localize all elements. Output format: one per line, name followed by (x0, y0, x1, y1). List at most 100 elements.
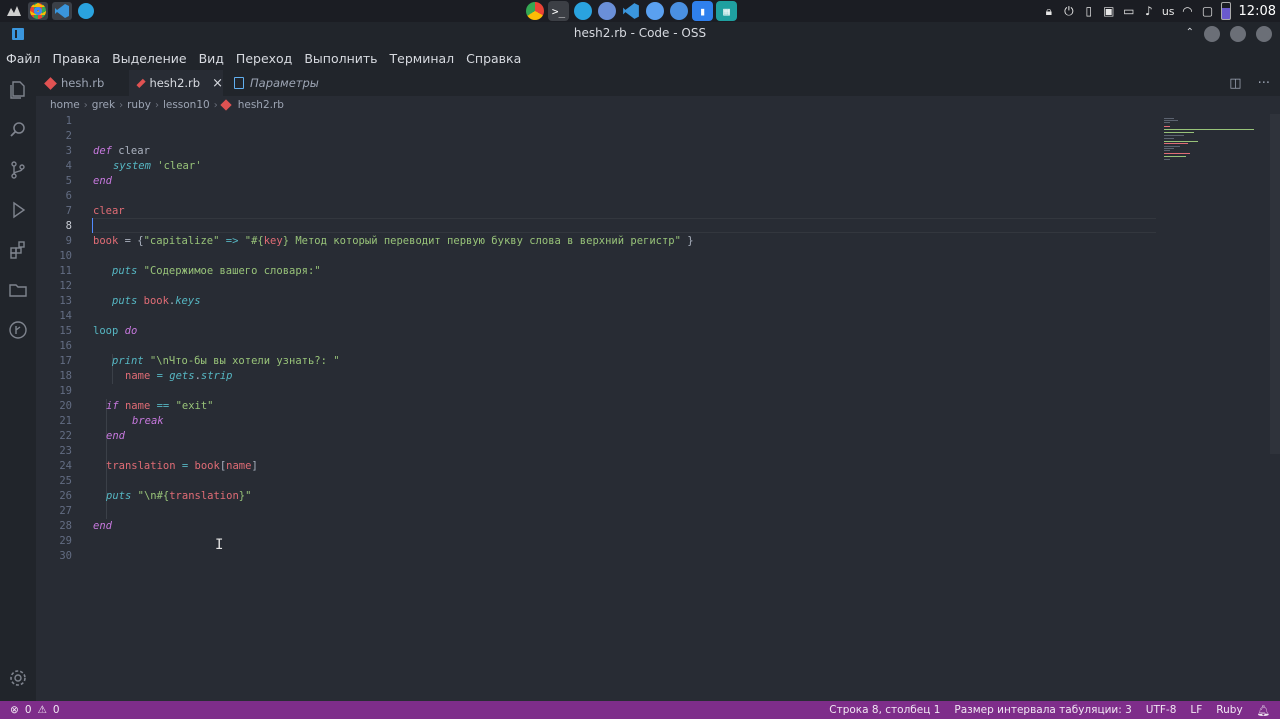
tab-settings[interactable]: Параметры (224, 70, 328, 96)
search-icon[interactable] (8, 120, 28, 140)
wifi-icon[interactable]: ◠ (1181, 4, 1195, 18)
menu-view[interactable]: Вид (199, 51, 224, 66)
breadcrumb-file[interactable]: hesh2.rb (238, 99, 284, 111)
breadcrumb-item[interactable]: grek (92, 99, 115, 111)
close-tab-icon[interactable]: × (212, 76, 223, 91)
code-line: 2 (65, 130, 72, 142)
telegram-launcher-icon[interactable] (572, 1, 593, 21)
tab-label: hesh.rb (61, 76, 105, 90)
code-line: 14 (59, 310, 72, 322)
file-icon (234, 77, 244, 89)
messenger-launcher-icon[interactable] (644, 1, 665, 21)
board-launcher-icon[interactable]: ▦ (716, 1, 737, 21)
end-of-line[interactable]: LF (1190, 704, 1202, 716)
explorer-icon[interactable] (8, 80, 28, 100)
indentation-setting[interactable]: Размер интервала табуляции: 3 (954, 704, 1131, 716)
activity-bar (0, 70, 36, 701)
notifications-icon[interactable]: ▢ (1201, 4, 1215, 18)
extensions-icon[interactable] (8, 240, 28, 260)
close-button[interactable] (1256, 26, 1272, 42)
taskbar-telegram-icon[interactable] (76, 2, 96, 20)
clipboard-icon[interactable]: ▯ (1082, 4, 1096, 18)
ruby-icon (136, 78, 146, 88)
error-count: 0 (24, 704, 32, 716)
window-titlebar: hesh2.rb - Code - OSS ⌃ (0, 22, 1280, 46)
run-debug-icon[interactable] (8, 200, 28, 220)
app-menu-icon[interactable] (4, 2, 24, 20)
language-mode[interactable]: Ruby (1216, 704, 1242, 716)
folder-icon[interactable] (8, 280, 28, 300)
warning-count: 0 (52, 704, 60, 716)
chat-launcher-icon[interactable] (668, 1, 689, 21)
battery-icon[interactable]: ▭ (1122, 4, 1136, 18)
taskbar-chrome-icon[interactable] (28, 2, 48, 20)
error-icon: ⊗ (10, 704, 19, 716)
minimize-button[interactable] (1204, 26, 1220, 42)
vertical-scrollbar[interactable] (1270, 114, 1280, 454)
code-line: 17 print "\nЧто-бы вы хотели узнать?: " (59, 355, 340, 367)
lock-icon[interactable]: 🔒︎ (1042, 4, 1056, 18)
code-editor[interactable]: 1 2 3 def clear 4 system 'clear' 5 end 6 7c… (36, 114, 1156, 701)
menu-bar: Файл Правка Выделение Вид Переход Выполн… (0, 46, 1280, 70)
code-line: 27 (59, 505, 72, 517)
menu-go[interactable]: Переход (236, 51, 292, 66)
menu-file[interactable]: Файл (6, 51, 41, 66)
volume-icon[interactable]: ♪ (1142, 4, 1156, 18)
code-line: 16 (59, 340, 72, 352)
warning-icon: ⚠ (37, 704, 47, 716)
source-control-icon[interactable] (8, 160, 28, 180)
git-graph-icon[interactable] (8, 320, 28, 340)
vscode-launcher-icon[interactable] (620, 1, 641, 21)
screen-icon[interactable]: ▣ (1102, 4, 1116, 18)
chevron-right-icon: › (119, 99, 124, 111)
code-line: 30 (59, 550, 72, 562)
problems-indicator[interactable]: ⊗ 0 ⚠ 0 (0, 704, 60, 716)
breadcrumb-item[interactable]: ruby (127, 99, 151, 111)
more-actions-icon[interactable]: ··· (1258, 76, 1270, 91)
code-line: 13 puts book.keys (59, 295, 201, 307)
code-line: 25 (59, 475, 72, 487)
code-line: 6 (65, 190, 72, 202)
code-line: 4 system 'clear' (65, 160, 202, 172)
code-line: 22 end (59, 430, 125, 442)
code-line: 23 (59, 445, 72, 457)
taskbar-vscode-icon[interactable] (52, 2, 72, 20)
code-line: 3 def clear (65, 145, 150, 157)
tab-label: Параметры (250, 76, 319, 90)
text-cursor-icon: I (215, 537, 224, 553)
settings-gear-icon[interactable] (8, 668, 28, 688)
menu-edit[interactable]: Правка (53, 51, 101, 66)
menu-selection[interactable]: Выделение (112, 51, 186, 66)
status-bar: ⊗ 0 ⚠ 0 Строка 8, столбец 1 Размер интер… (0, 701, 1280, 719)
terminal-launcher-icon[interactable]: >_ (548, 1, 569, 21)
minimap[interactable] (1160, 114, 1270, 174)
store-launcher-icon[interactable]: ▮ (692, 1, 713, 21)
battery-level-icon[interactable] (1220, 2, 1231, 20)
cursor-position[interactable]: Строка 8, столбец 1 (829, 704, 940, 716)
code-line: 28 end (59, 520, 112, 532)
maximize-button[interactable] (1230, 26, 1246, 42)
chevron-up-icon[interactable]: ⌃ (1186, 27, 1194, 38)
power-icon[interactable]: ⏻ (1062, 4, 1076, 18)
notifications-bell-icon[interactable]: 🔔︎ (1257, 704, 1270, 717)
menu-help[interactable]: Справка (466, 51, 521, 66)
encoding[interactable]: UTF-8 (1146, 704, 1177, 716)
code-line: 19 (59, 385, 72, 397)
code-line: 29 (59, 535, 72, 547)
compass-launcher-icon[interactable] (596, 1, 617, 21)
code-line: 7 clear (65, 205, 125, 217)
code-line: 1 (65, 115, 72, 127)
split-editor-icon[interactable]: ◫ (1229, 76, 1241, 91)
chrome-launcher-icon[interactable] (524, 1, 545, 21)
tab-hesh2-rb[interactable]: hesh2.rb × (129, 70, 223, 96)
tab-hesh-rb[interactable]: hesh.rb (36, 70, 128, 96)
tab-label: hesh2.rb (149, 76, 201, 90)
menu-run[interactable]: Выполнить (304, 51, 377, 66)
code-line: 5 end (65, 175, 112, 187)
menu-terminal[interactable]: Терминал (390, 51, 455, 66)
keyboard-layout[interactable]: us (1162, 5, 1175, 18)
breadcrumb-item[interactable]: lesson10 (163, 99, 210, 111)
clock[interactable]: 12:08 (1239, 4, 1276, 19)
breadcrumb-item[interactable]: home (50, 99, 80, 111)
chevron-right-icon: › (154, 99, 159, 111)
